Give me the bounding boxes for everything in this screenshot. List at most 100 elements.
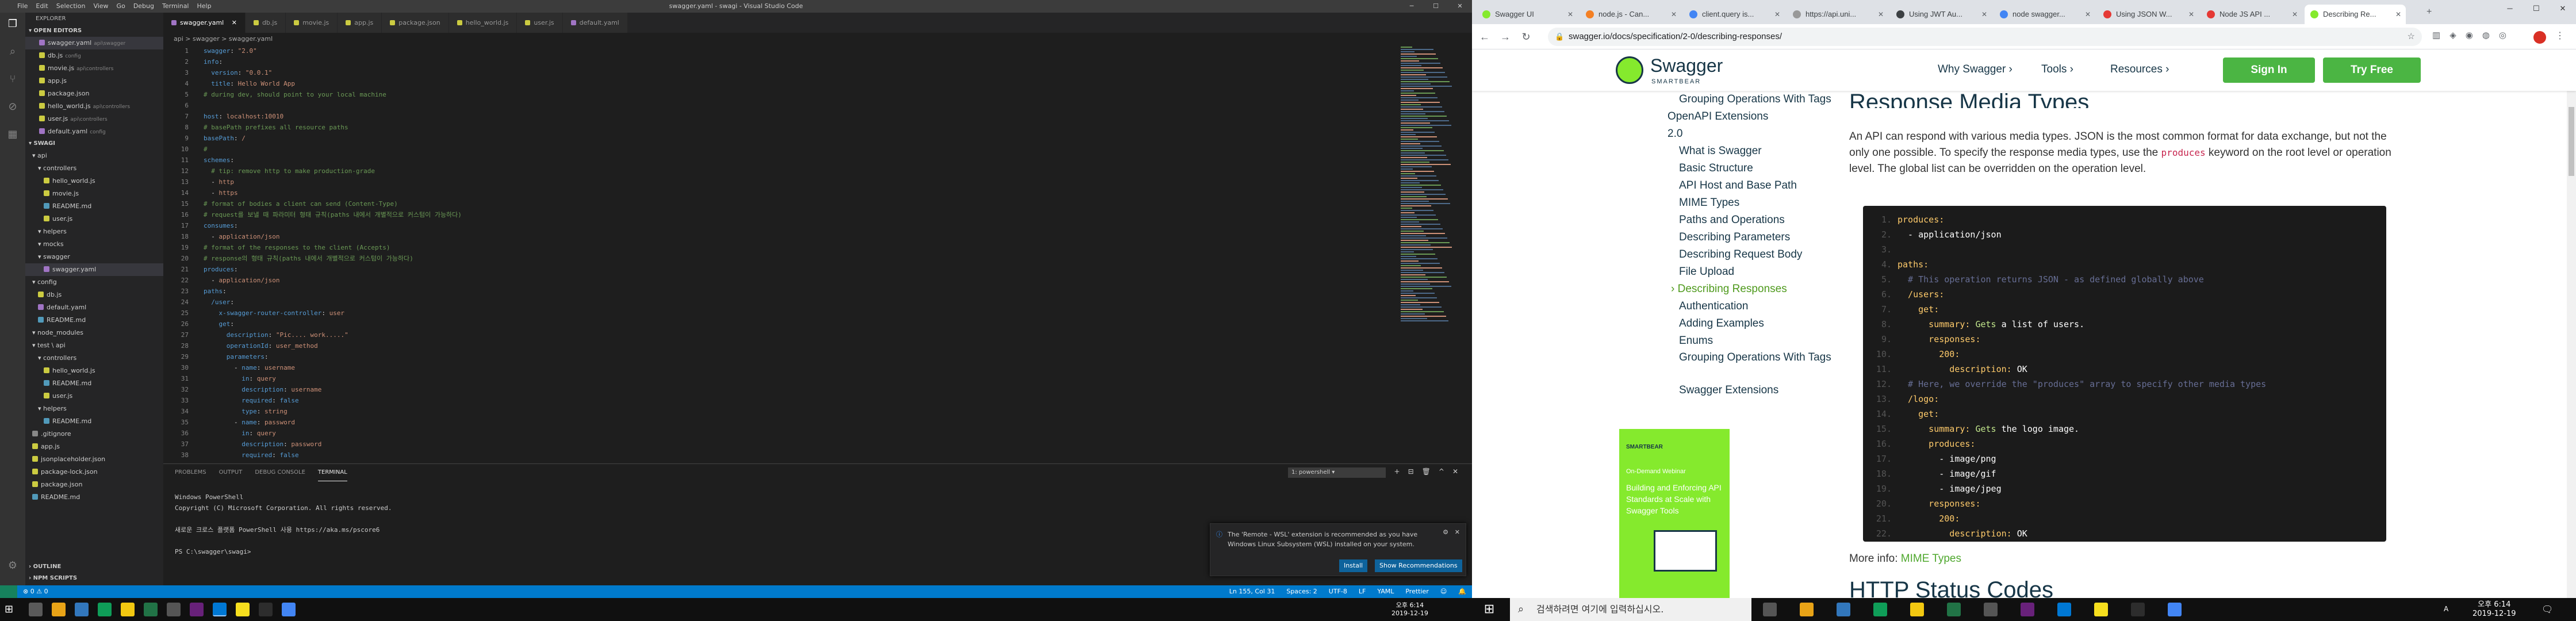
- nav-tools[interactable]: Tools ›: [2041, 63, 2073, 76]
- clock-right[interactable]: 오후 6:14 2019-12-19: [2472, 600, 2516, 619]
- browser-tab[interactable]: Using JWT Au... ✕: [1891, 5, 1992, 24]
- trash-icon[interactable]: 🗑: [1422, 467, 1439, 476]
- chrome-icon[interactable]: [2168, 603, 2182, 616]
- scrollbar-thumb[interactable]: [2569, 107, 2574, 176]
- smiley-icon[interactable]: ☺: [1440, 585, 1447, 598]
- docs-nav-item[interactable]: Describing Parameters: [1656, 229, 1834, 246]
- close-icon[interactable]: ✕: [1774, 5, 1780, 24]
- code-line[interactable]: # format of bodies a client can send (Co…: [204, 198, 1440, 209]
- docs-nav-item[interactable]: MIME Types: [1656, 194, 1834, 212]
- code-line[interactable]: # basePath prefixes all resource paths: [204, 122, 1440, 133]
- open-editor-item[interactable]: user.js api\controllers: [25, 113, 163, 125]
- code-line[interactable]: # during dev, should point to your local…: [204, 89, 1440, 100]
- file-item[interactable]: hello_world.js: [25, 365, 163, 377]
- outline-header[interactable]: › OUTLINE: [25, 561, 163, 573]
- indentation[interactable]: Spaces: 2: [1286, 585, 1317, 598]
- visual-studio-icon[interactable]: [2021, 603, 2034, 616]
- file-item[interactable]: user.js: [25, 390, 163, 402]
- open-editor-item[interactable]: swagger.yaml api\swagger: [25, 37, 163, 49]
- file-item[interactable]: default.yaml: [25, 301, 163, 314]
- tab-app-js[interactable]: app.js: [338, 13, 382, 33]
- bell-icon[interactable]: 🔔: [1458, 585, 1466, 598]
- file-item[interactable]: user.js: [25, 213, 163, 225]
- code-line[interactable]: schemes:: [204, 155, 1440, 166]
- tab-default-yaml[interactable]: default.yaml: [562, 13, 628, 33]
- folder-item[interactable]: ▾ helpers: [25, 225, 163, 238]
- tab-db-js[interactable]: db.js: [245, 13, 286, 33]
- file-item[interactable]: movie.js: [25, 187, 163, 200]
- code-line[interactable]: - https: [204, 187, 1440, 198]
- panel-tab-problems[interactable]: PROBLEMS: [175, 464, 206, 481]
- maximize-panel-icon[interactable]: ^: [1439, 467, 1452, 476]
- open-editor-item[interactable]: hello_world.js api\controllers: [25, 100, 163, 113]
- code-line[interactable]: x-swagger-router-controller: user: [204, 308, 1440, 319]
- tab-movie-js[interactable]: movie.js: [286, 13, 338, 33]
- code-line[interactable]: # response의 형태 규칙(paths 내에서 개별적으로 커스텀이 가…: [204, 253, 1440, 264]
- docs-nav-item[interactable]: Authentication: [1656, 298, 1834, 315]
- close-panel-icon[interactable]: ✕: [1452, 467, 1466, 476]
- maximize-icon[interactable]: ☐: [1424, 0, 1448, 13]
- code-line[interactable]: consumes:: [204, 220, 1440, 231]
- extension-icon[interactable]: ◈: [2450, 30, 2466, 40]
- vscode-icon[interactable]: [2057, 603, 2071, 616]
- site-logo[interactable]: Swagger: [1650, 55, 1723, 76]
- code-line[interactable]: [204, 100, 1440, 111]
- chrome-icon[interactable]: [1873, 603, 1887, 616]
- close-icon[interactable]: ✕: [2188, 5, 2194, 24]
- file-item[interactable]: .gitignore: [25, 428, 163, 440]
- try-free-button[interactable]: Try Free: [2323, 57, 2421, 83]
- vscode-icon[interactable]: [213, 603, 227, 616]
- open-editor-item[interactable]: package.json: [25, 87, 163, 100]
- project-header[interactable]: ▾ SWAGI: [25, 138, 163, 150]
- eol[interactable]: LF: [1359, 585, 1366, 598]
- code-block[interactable]: 1. produces: 2. - application/json 3. 4. path…: [1863, 206, 2386, 542]
- code-line[interactable]: # request를 보낼 때 파라미터 형태 규칙(paths 내에서 개별적…: [204, 209, 1440, 220]
- code-line[interactable]: - application/json: [204, 231, 1440, 242]
- extension-icon[interactable]: ▥: [2432, 30, 2450, 40]
- docs-nav-item[interactable]: Paths and Operations: [1656, 212, 1834, 229]
- app-icon[interactable]: [167, 603, 181, 616]
- open-editors-header[interactable]: ▾ OPEN EDITORS: [25, 25, 163, 37]
- file-item[interactable]: hello_world.js: [25, 175, 163, 187]
- browser-tab[interactable]: node.js - Can... ✕: [1580, 5, 1681, 24]
- code-line[interactable]: - http: [204, 177, 1440, 187]
- store-icon[interactable]: [1800, 603, 1814, 616]
- code-line[interactable]: - name: password: [204, 417, 1440, 428]
- app-icon[interactable]: [1984, 603, 1998, 616]
- open-editor-item[interactable]: db.js config: [25, 49, 163, 62]
- code-line[interactable]: # format of the responses to the client …: [204, 242, 1440, 253]
- add-terminal-icon[interactable]: +: [1394, 467, 1408, 476]
- file-item[interactable]: package-lock.json: [25, 466, 163, 478]
- file-item[interactable]: README.md: [25, 415, 163, 428]
- folder-item[interactable]: ▾ controllers: [25, 352, 163, 365]
- file-item[interactable]: README.md: [25, 491, 163, 504]
- code-editor[interactable]: 1 2 3 4 5 6 7 8 9 10 11 12 13 14 15 16 17 18 19 20 21 22 23 24 2…: [163, 45, 1472, 463]
- code-line[interactable]: get:: [204, 319, 1440, 329]
- show-recommendations-button[interactable]: Show Recommendations: [1375, 559, 1462, 572]
- excel-icon[interactable]: [144, 603, 158, 616]
- scrollbar[interactable]: [2567, 49, 2576, 598]
- browser-tab[interactable]: Using JSON W... ✕: [2098, 5, 2199, 24]
- store-icon[interactable]: [52, 603, 66, 616]
- folder-item[interactable]: ▾ test \ api: [25, 339, 163, 352]
- file-item[interactable]: README.md: [25, 377, 163, 390]
- code-line[interactable]: host: localhost:10010: [204, 111, 1440, 122]
- avatar[interactable]: [2533, 31, 2546, 44]
- terminal-icon[interactable]: [2131, 603, 2145, 616]
- folder-item[interactable]: ▾ helpers: [25, 402, 163, 415]
- terminal-select[interactable]: 1: powershell ▾: [1288, 467, 1386, 478]
- edge-icon[interactable]: [75, 603, 89, 616]
- clock-left[interactable]: 오후 6:14 2019-12-19: [1392, 601, 1428, 618]
- lock-icon[interactable]: 🔒: [1555, 28, 1564, 46]
- file-item[interactable]: README.md: [25, 314, 163, 327]
- code-line[interactable]: basePath: /: [204, 133, 1440, 144]
- debug-icon[interactable]: ⊘: [6, 100, 20, 114]
- code-line[interactable]: description: password: [204, 439, 1440, 450]
- code-line[interactable]: description: "Pic.... work.....": [204, 329, 1440, 340]
- start-icon[interactable]: ⊞: [1472, 598, 1506, 621]
- back-icon[interactable]: ←: [1478, 30, 1492, 44]
- code-line[interactable]: operationId: user_method: [204, 340, 1440, 351]
- code-line[interactable]: parameters:: [204, 351, 1440, 362]
- folder-item[interactable]: ▾ controllers: [25, 162, 163, 175]
- file-item[interactable]: swagger.yaml: [25, 263, 163, 276]
